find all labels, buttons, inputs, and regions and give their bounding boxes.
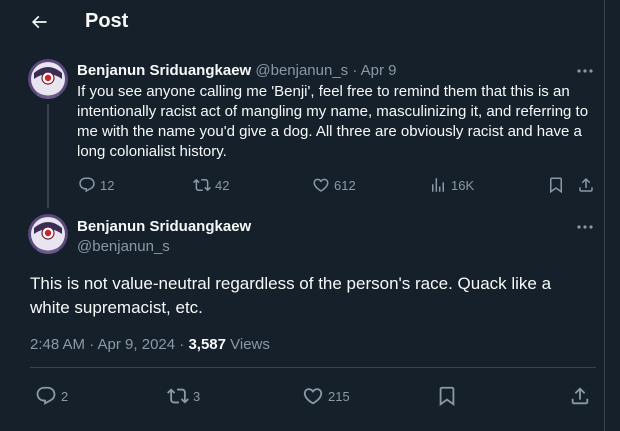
reply-count: 2	[61, 388, 69, 404]
bookmark-icon	[439, 386, 455, 407]
share-button[interactable]	[577, 176, 595, 194]
repost-button[interactable]: 42	[193, 176, 229, 194]
bookmark-icon	[550, 177, 562, 194]
views-button[interactable]: 16K	[429, 176, 474, 194]
bookmark-button[interactable]	[436, 385, 458, 407]
avatar[interactable]	[28, 214, 68, 254]
reply-button[interactable]: 12	[78, 176, 114, 194]
like-button[interactable]: 612	[312, 176, 356, 194]
views-count: 3,587	[188, 336, 226, 353]
repost-count: 3	[193, 388, 201, 404]
reply-button[interactable]: 2	[35, 385, 68, 407]
reply-icon	[36, 386, 56, 405]
more-options-button[interactable]	[575, 64, 595, 78]
heart-icon	[303, 388, 323, 405]
bookmark-button[interactable]	[547, 176, 565, 194]
author-name[interactable]: Benjanun Sriduangkaew	[77, 62, 251, 79]
more-horizontal-icon	[577, 225, 593, 229]
like-button[interactable]: 215	[302, 385, 350, 407]
share-icon	[579, 177, 593, 192]
arrow-left-icon	[31, 15, 47, 29]
avatar-image	[28, 59, 68, 99]
share-button[interactable]	[569, 385, 591, 407]
reply-icon	[79, 177, 95, 193]
scrollbar-track[interactable]	[605, 0, 620, 431]
more-options-button[interactable]	[575, 220, 595, 234]
views-count: 16K	[451, 177, 475, 193]
back-button[interactable]	[26, 9, 52, 35]
repost-count: 42	[215, 177, 230, 193]
author-handle[interactable]: @benjanun_s	[77, 238, 170, 255]
more-horizontal-icon	[577, 69, 593, 73]
timestamp[interactable]: 2:48 AM · Apr 9, 2024 ·	[30, 336, 188, 353]
author-name-row: Benjanun Sriduangkaew @benjanun_s · Apr …	[77, 62, 397, 79]
heart-icon	[313, 178, 329, 192]
avatar-image	[28, 214, 68, 254]
analytics-icon	[432, 178, 444, 192]
repost-icon	[193, 178, 211, 192]
share-icon	[571, 387, 589, 405]
like-count: 215	[328, 388, 350, 404]
like-count: 612	[334, 177, 356, 193]
post-column: Post Benjanun Sriduangkaew @benjanun_s ·…	[0, 0, 605, 431]
repost-icon	[167, 388, 189, 404]
author-name[interactable]: Benjanun Sriduangkaew	[77, 218, 251, 235]
thread-connector	[47, 104, 49, 208]
divider	[30, 367, 596, 368]
page-title: Post	[85, 10, 129, 32]
author-handle-date[interactable]: @benjanun_s · Apr 9	[255, 62, 396, 79]
tweet-text: This is not value-neutral regardless of …	[30, 274, 552, 317]
tweet-text: If you see anyone calling me 'Benji', fe…	[77, 83, 589, 160]
avatar[interactable]	[28, 59, 68, 99]
views-label: Views	[225, 336, 270, 353]
page-header: Post	[0, 0, 604, 43]
repost-button[interactable]: 3	[167, 385, 200, 407]
tweet-meta: 2:48 AM · Apr 9, 2024 · 3,587 Views	[30, 336, 270, 353]
reply-count: 12	[100, 177, 115, 193]
